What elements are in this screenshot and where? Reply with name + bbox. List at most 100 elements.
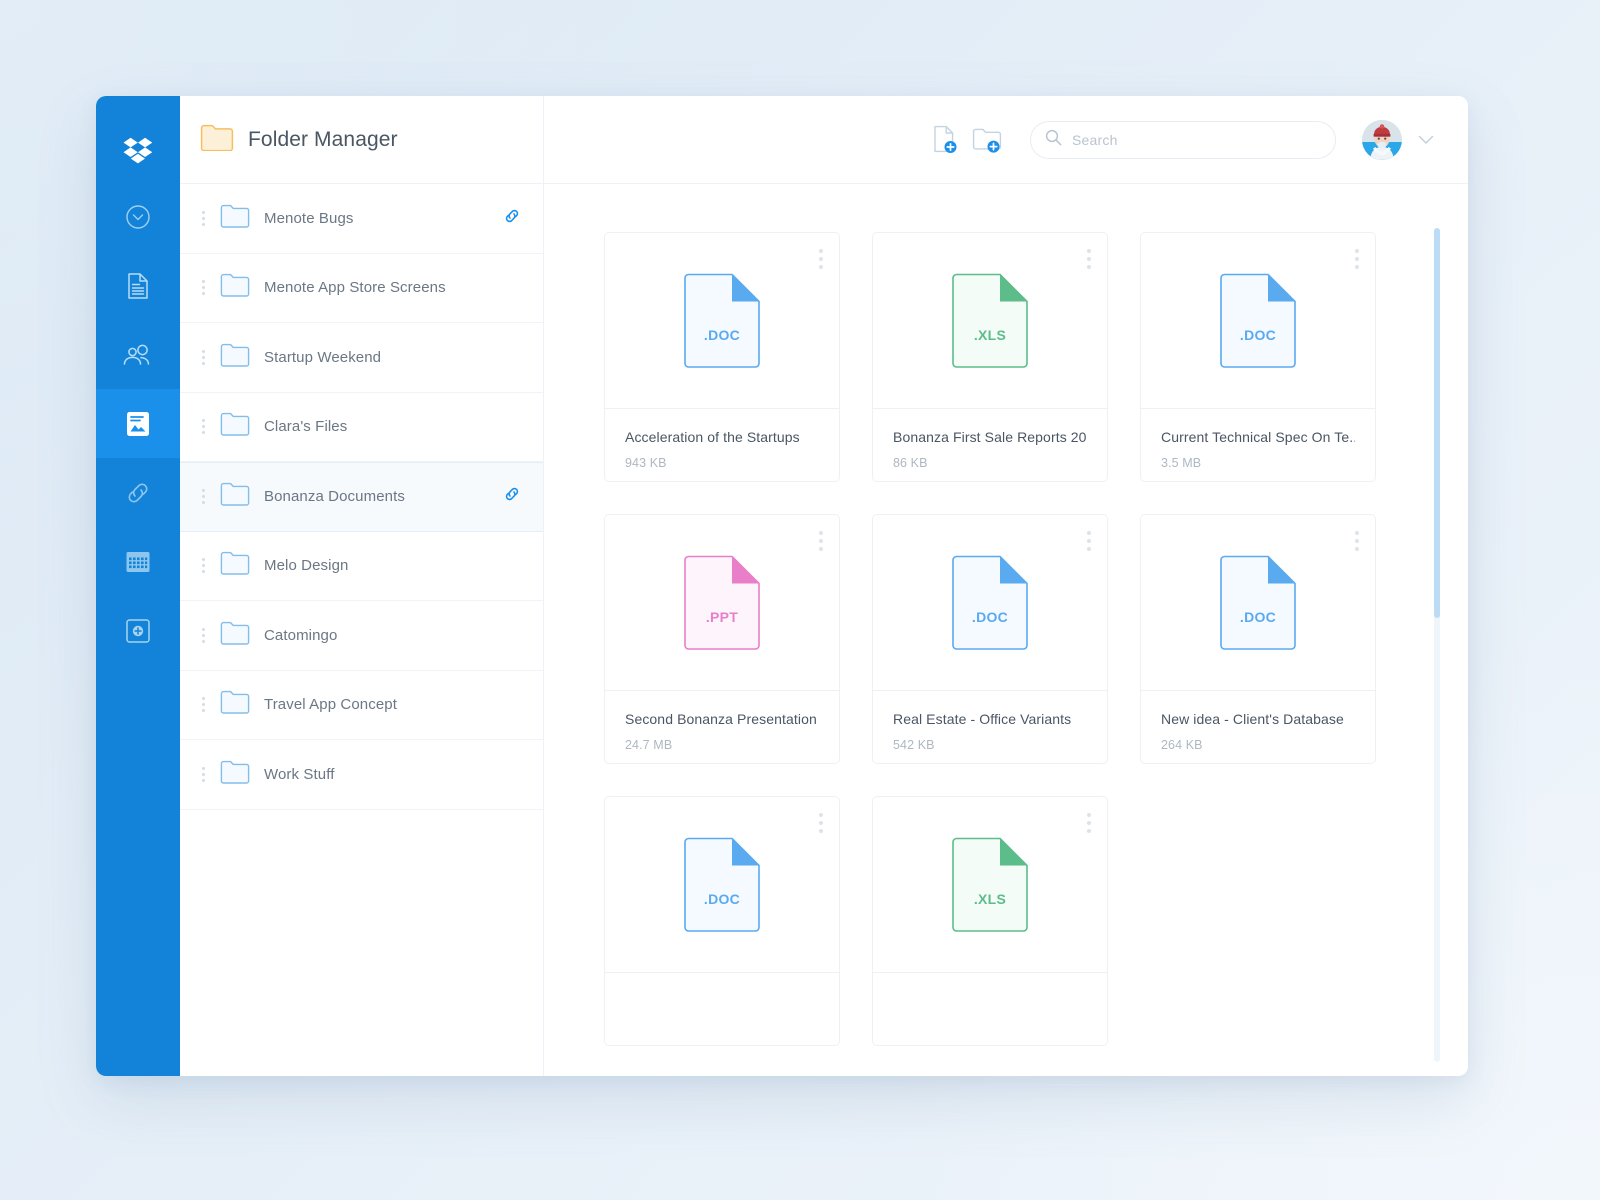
file-name: Second Bonanza Presentation <box>625 711 819 727</box>
dropbox-logo-icon[interactable] <box>96 120 180 182</box>
file-thumbnail: .DOC <box>1141 515 1375 691</box>
folder-list-item[interactable]: Menote Bugs <box>180 184 543 254</box>
folder-icon-blue <box>220 689 250 720</box>
chevron-down-icon[interactable] <box>1418 135 1434 145</box>
file-meta: Second Bonanza Presentation 24.7 MB <box>605 691 839 752</box>
folder-list-item[interactable]: Travel App Concept <box>180 671 543 741</box>
file-meta: New idea - Client's Database264 KB <box>1141 691 1375 752</box>
file-card[interactable]: .PPT Second Bonanza Presentation 24.7 MB <box>604 514 840 764</box>
file-type-icon: .XLS <box>951 837 1029 933</box>
sidebar-item-files[interactable] <box>96 251 180 320</box>
scrollbar-thumb[interactable] <box>1434 228 1440 618</box>
folder-list-item[interactable]: Clara's Files <box>180 393 543 463</box>
file-meta <box>873 973 1107 1004</box>
file-size: 943 KB <box>625 456 819 470</box>
overflow-menu-icon[interactable] <box>819 249 823 269</box>
file-size: 24.7 MB <box>625 738 819 752</box>
shared-link-icon[interactable] <box>503 207 521 230</box>
file-type-icon: .PPT <box>683 555 761 651</box>
folder-icon-blue <box>220 550 250 581</box>
link-chain-icon <box>124 479 152 507</box>
left-nav-rail <box>96 96 180 1076</box>
file-thumbnail: .XLS <box>873 797 1107 973</box>
overflow-menu-icon[interactable] <box>819 813 823 833</box>
scrollbar[interactable] <box>1434 228 1440 1062</box>
drag-handle-dots-icon[interactable] <box>194 419 212 434</box>
file-card[interactable]: .DOC New idea - Client's Database264 KB <box>1140 514 1376 764</box>
overflow-menu-icon[interactable] <box>1355 531 1359 551</box>
folder-list-item[interactable]: Menote App Store Screens <box>180 254 543 324</box>
file-type-label: .DOC <box>1219 327 1297 343</box>
folder-item-label: Work Stuff <box>264 766 521 783</box>
main-area: .DOC Acceleration of the Startups 943 KB .X… <box>544 96 1468 1076</box>
drag-handle-dots-icon[interactable] <box>194 558 212 573</box>
new-folder-icon[interactable] <box>972 126 1002 154</box>
file-type-icon: .DOC <box>683 273 761 369</box>
file-thumbnail: .DOC <box>605 233 839 409</box>
file-card[interactable]: .DOC <box>604 796 840 1046</box>
drag-handle-dots-icon[interactable] <box>194 628 212 643</box>
sidebar-item-links[interactable] <box>96 458 180 527</box>
folder-item-label: Menote Bugs <box>264 210 503 227</box>
overflow-menu-icon[interactable] <box>1087 813 1091 833</box>
folder-list-item[interactable]: Startup Weekend <box>180 323 543 393</box>
folder-item-label: Menote App Store Screens <box>264 279 521 296</box>
drag-handle-dots-icon[interactable] <box>194 489 212 504</box>
file-name: Bonanza First Sale Reports 2017 <box>893 429 1087 445</box>
people-sharing-icon <box>123 344 153 366</box>
folder-icon-blue <box>220 481 250 512</box>
drag-handle-dots-icon[interactable] <box>194 280 212 295</box>
file-type-label: .DOC <box>951 609 1029 625</box>
sidebar-item-photos[interactable] <box>96 389 180 458</box>
search-input[interactable] <box>1072 132 1321 148</box>
folder-list-item[interactable]: Work Stuff <box>180 740 543 810</box>
sidebar-item-sharing[interactable] <box>96 320 180 389</box>
folder-list-item[interactable]: Catomingo <box>180 601 543 671</box>
file-card[interactable]: .XLSBonanza First Sale Reports 201786 KB <box>872 232 1108 482</box>
search-bar[interactable] <box>1030 121 1336 159</box>
file-meta: Real Estate - Office Variants542 KB <box>873 691 1107 752</box>
file-type-icon: .DOC <box>1219 555 1297 651</box>
drag-handle-dots-icon[interactable] <box>194 697 212 712</box>
page-title: Folder Manager <box>248 128 398 152</box>
folder-item-label: Bonanza Documents <box>264 488 503 505</box>
new-file-icon[interactable] <box>932 125 958 155</box>
folder-list-item[interactable]: Bonanza Documents <box>180 462 543 532</box>
file-meta <box>605 973 839 1004</box>
shared-link-icon[interactable] <box>503 485 521 508</box>
folder-icon-blue <box>220 203 250 234</box>
folder-item-label: Startup Weekend <box>264 349 521 366</box>
sidebar-item-events[interactable] <box>96 527 180 596</box>
file-name: Acceleration of the Startups <box>625 429 819 445</box>
folder-icon-blue <box>220 272 250 303</box>
folder-icon-blue <box>220 411 250 442</box>
overflow-menu-icon[interactable] <box>1087 531 1091 551</box>
file-card[interactable]: .XLS <box>872 796 1108 1046</box>
folder-list-item[interactable]: Melo Design <box>180 532 543 602</box>
folder-manager-panel: Folder Manager Menote Bugs Menote App Sto… <box>180 96 544 1076</box>
file-type-icon: .XLS <box>951 273 1029 369</box>
file-thumbnail: .DOC <box>605 797 839 973</box>
drag-handle-dots-icon[interactable] <box>194 350 212 365</box>
file-card[interactable]: .DOC Acceleration of the Startups 943 KB <box>604 232 840 482</box>
file-card[interactable]: .DOCCurrent Technical Spec On Te...3.5 M… <box>1140 232 1376 482</box>
folder-manager-header: Folder Manager <box>180 96 543 184</box>
drag-handle-dots-icon[interactable] <box>194 211 212 226</box>
drag-handle-dots-icon[interactable] <box>194 767 212 782</box>
overflow-menu-icon[interactable] <box>1087 249 1091 269</box>
document-icon <box>126 272 150 300</box>
file-type-icon: .DOC <box>683 837 761 933</box>
overflow-menu-icon[interactable] <box>1355 249 1359 269</box>
file-grid: .DOC Acceleration of the Startups 943 KB .X… <box>544 184 1468 1076</box>
overflow-menu-icon[interactable] <box>819 531 823 551</box>
file-type-label: .DOC <box>683 327 761 343</box>
file-meta: Acceleration of the Startups 943 KB <box>605 409 839 470</box>
file-thumbnail: .DOC <box>1141 233 1375 409</box>
sidebar-item-add[interactable] <box>96 596 180 665</box>
photos-image-icon <box>125 410 151 438</box>
avatar[interactable] <box>1362 120 1402 160</box>
app-window: Folder Manager Menote Bugs Menote App Sto… <box>96 96 1468 1076</box>
file-card[interactable]: .DOC Real Estate - Office Variants542 KB <box>872 514 1108 764</box>
file-size: 3.5 MB <box>1161 456 1355 470</box>
sidebar-item-recents[interactable] <box>96 182 180 251</box>
